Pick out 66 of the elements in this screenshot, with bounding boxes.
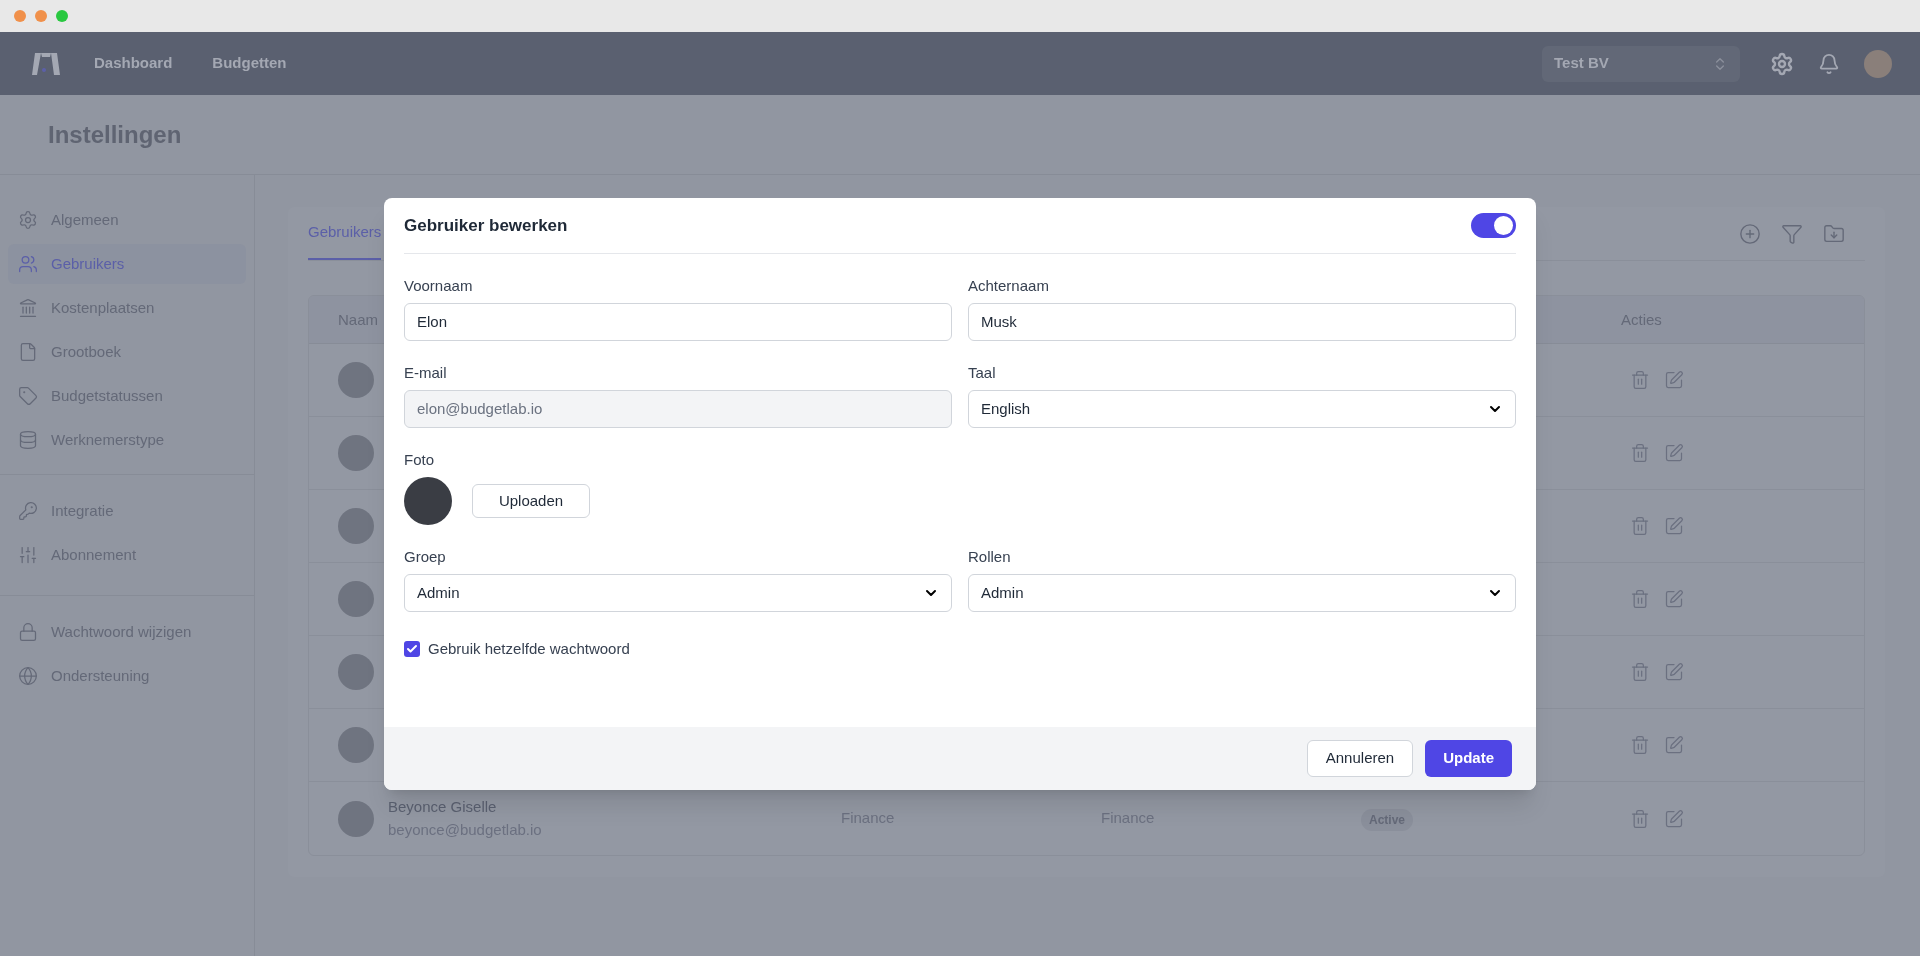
add-icon[interactable] xyxy=(1739,222,1761,245)
edit-icon[interactable] xyxy=(1664,662,1684,682)
key-icon xyxy=(18,501,38,521)
dialog-title: Gebruiker bewerken xyxy=(404,214,568,237)
delete-icon[interactable] xyxy=(1630,589,1650,609)
delete-icon[interactable] xyxy=(1630,370,1650,390)
folder-download-icon[interactable] xyxy=(1823,222,1845,245)
select-field[interactable]: English xyxy=(968,390,1516,428)
user-avatar[interactable] xyxy=(1864,49,1892,78)
delete-icon[interactable] xyxy=(1630,662,1650,682)
profile-photo-placeholder xyxy=(404,477,452,525)
checkbox-label: Gebruik hetzelfde wachtwoord xyxy=(428,639,630,659)
logo-icon xyxy=(32,50,60,77)
company-select[interactable]: Test BV xyxy=(1542,45,1740,82)
input-field[interactable]: Musk xyxy=(968,303,1516,341)
field-label: Voornaam xyxy=(404,276,474,296)
database-icon xyxy=(18,430,38,450)
gear-icon xyxy=(18,210,38,230)
field-label: Taal xyxy=(968,363,997,383)
delete-icon[interactable] xyxy=(1630,735,1650,755)
lock-icon xyxy=(18,622,38,642)
edit-icon[interactable] xyxy=(1664,370,1684,390)
select-value: Admin xyxy=(417,582,460,603)
user-avatar xyxy=(338,435,374,471)
cancel-button[interactable]: Annuleren xyxy=(1306,740,1414,777)
edit-icon[interactable] xyxy=(1664,443,1684,463)
edit-icon[interactable] xyxy=(1664,735,1684,755)
bank-icon xyxy=(18,298,38,318)
edit-icon[interactable] xyxy=(1664,516,1684,536)
document-icon xyxy=(18,342,38,362)
field-label: Groep xyxy=(404,547,447,567)
user-avatar xyxy=(338,800,374,837)
delete-icon[interactable] xyxy=(1630,516,1650,536)
active-toggle[interactable] xyxy=(1471,213,1516,238)
update-button[interactable]: Update xyxy=(1425,740,1512,777)
user-avatar xyxy=(338,654,374,690)
edit-icon[interactable] xyxy=(1664,808,1684,829)
user-avatar xyxy=(338,508,374,544)
field-label: Foto xyxy=(404,450,435,470)
field-label: E-mail xyxy=(404,363,448,383)
user-avatar xyxy=(338,727,374,763)
notifications-icon[interactable] xyxy=(1818,52,1840,75)
field-label: Achternaam xyxy=(968,276,1050,296)
check-icon xyxy=(406,643,418,656)
delete-icon[interactable] xyxy=(1630,443,1650,463)
globe-icon xyxy=(18,666,38,686)
filter-icon[interactable] xyxy=(1781,222,1803,245)
users-icon xyxy=(18,254,38,274)
nav-link[interactable]: Dashboard xyxy=(94,52,173,75)
user-avatar xyxy=(338,362,374,398)
select-field[interactable]: Admin xyxy=(968,574,1516,612)
tag-icon xyxy=(18,386,38,406)
input-field[interactable]: Elon xyxy=(404,303,952,341)
nav-link[interactable]: Budgetten xyxy=(212,52,287,75)
select-field[interactable]: Admin xyxy=(404,574,952,612)
checkbox[interactable] xyxy=(404,641,420,658)
select-value: Admin xyxy=(981,582,1024,603)
upload-button[interactable]: Uploaden xyxy=(472,484,590,518)
user-avatar xyxy=(338,581,374,617)
tab[interactable]: Gebruikers xyxy=(308,207,382,260)
delete-icon[interactable] xyxy=(1630,808,1650,829)
settings-icon[interactable] xyxy=(1770,51,1794,76)
field-label: Rollen xyxy=(968,547,1012,567)
select-value: English xyxy=(981,398,1031,419)
edit-icon[interactable] xyxy=(1664,589,1684,609)
sliders-icon xyxy=(18,545,38,565)
